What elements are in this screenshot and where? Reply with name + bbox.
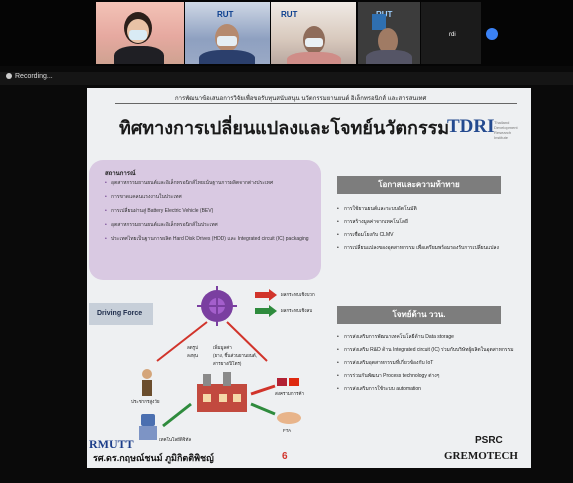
banner-sign xyxy=(372,14,386,30)
psrc-logo: PSRC xyxy=(475,435,503,446)
list-item: การส่งเสริมการใช้ระบบ automation xyxy=(337,386,517,393)
list-item: การเปลี่ยนผ่านสู่ Battery Electric Vehic… xyxy=(105,208,315,215)
recording-bar: Recording... xyxy=(0,72,573,85)
tdri-logo: TDRI xyxy=(447,116,495,137)
label-center-mid-2: (ยาง, ชิ้นส่วนยานยนต์, xyxy=(213,353,257,358)
face-mask xyxy=(129,30,147,40)
participant-strip: RUT RUT RUT rdi xyxy=(0,0,573,66)
slide-header-line: การพัฒนาข้อเสนอการวิจัยเพื่อขอรับทุนสนับ… xyxy=(175,96,427,102)
list-item: การขาดแคลนแรงงานในประเทศ xyxy=(105,194,315,201)
presenter-name: รศ.ดร.กฤษณ์ชนม์ ภูมิกิตติพิชญ์ xyxy=(93,453,214,463)
impact-arrow xyxy=(250,402,276,416)
list-item: การเปลี่ยนแปลงของอุตสาหกรรม เพื่อเตรียมพ… xyxy=(337,245,517,252)
flags-icon xyxy=(277,378,299,386)
label-fta: FTA xyxy=(283,428,292,433)
list-item: การส่งเสริม R&D ด้าน Integrated circuit … xyxy=(337,347,517,354)
factory-icon xyxy=(197,372,247,412)
challenge-list: การส่งเสริมการพัฒนาเทคโนโลยีด้าน Data st… xyxy=(337,334,517,399)
participant-video-2[interactable]: RUT xyxy=(185,2,270,64)
list-item: การใช้ยานยนต์และระบบอัตโนมัติ xyxy=(337,206,517,213)
impact-arrow xyxy=(156,321,208,362)
participant-video-4[interactable]: RUT xyxy=(358,2,420,64)
slide-title: ทิศทางการเปลี่ยนแปลงและโจทย์นวัตกรรม xyxy=(119,118,450,138)
label-aging: ประชากรสูงวัย xyxy=(131,399,160,404)
recording-indicator: Recording... xyxy=(6,73,53,80)
participant-name: rdi xyxy=(449,32,456,38)
page-number: 6 xyxy=(282,451,288,462)
impact-arrow xyxy=(250,384,276,396)
face-mask xyxy=(217,36,237,46)
participant-indicator-icon[interactable] xyxy=(486,28,498,40)
opportunity-list: การใช้ยานยนต์และระบบอัตโนมัติ การสร้างมู… xyxy=(337,206,517,258)
participant-video-3[interactable]: RUT xyxy=(271,2,356,64)
list-item: ประเทศไทยเป็นฐานการผลิต Hard Disk Drives… xyxy=(105,236,315,243)
opportunity-banner: โอกาสและความท้าทาย xyxy=(337,176,501,194)
positive-arrow-icon xyxy=(255,289,277,301)
label-tech: เทคโนโลยีดิจิทัล xyxy=(159,437,192,442)
driving-force-diagram: ผลกระทบเชิงบวก ผลกระทบเชิงลบ ลดรูป ลงทุน… xyxy=(127,286,332,446)
situation-box: สถานการณ์ อุตสาหกรรมยานยนต์และอิเล็กทรอน… xyxy=(89,160,321,280)
recording-label: Recording... xyxy=(15,73,53,80)
gremotech-logo: GREMOTECH xyxy=(444,450,518,462)
participant-body xyxy=(114,46,164,64)
label-center-mid-3: สารยาง/ปิโตร) xyxy=(213,361,242,366)
elderly-person-icon xyxy=(142,369,152,396)
label-trade: สงครามการค้า xyxy=(275,391,305,396)
robot-icon xyxy=(139,414,157,440)
list-item: อุตสาหกรรมยานยนต์และอิเล็กทรอนิกส์ไทยเน้… xyxy=(105,180,315,187)
record-icon xyxy=(6,73,12,80)
participant-video-1[interactable] xyxy=(96,2,184,64)
participant-body xyxy=(287,52,341,64)
list-item: การส่งเสริมการพัฒนาเทคโนโลยีด้าน Data st… xyxy=(337,334,517,341)
rmutt-logo: RMUTT xyxy=(89,437,134,451)
rut-logo: RUT xyxy=(217,10,234,19)
shared-slide: การพัฒนาข้อเสนอการวิจัยเพื่อขอรับทุนสนับ… xyxy=(87,88,531,468)
challenge-banner: โจทย์ด้าน ววน. xyxy=(337,306,501,324)
label-center-left-2: ลงทุน xyxy=(187,353,198,358)
situation-title: สถานการณ์ xyxy=(105,171,136,177)
participant-body xyxy=(366,50,412,64)
participant-body xyxy=(199,50,255,64)
list-item: การสร้างมูลค่าจากเทคโนโลยี xyxy=(337,219,517,226)
rut-logo: RUT xyxy=(281,10,298,19)
list-item: การร่วมกันพัฒนา Process technology ต่างๆ xyxy=(337,373,517,380)
list-item: การส่งเสริมอุตสาหกรรมที่เกี่ยวข้องกับ Io… xyxy=(337,360,517,367)
tdri-logo-subtitle: Thailand Development Research Institute xyxy=(494,120,518,140)
label-center-left: ลดรูป xyxy=(187,345,198,350)
legend-positive: ผลกระทบเชิงบวก xyxy=(281,292,315,297)
virus-icon xyxy=(197,286,237,326)
header-divider xyxy=(115,103,517,104)
situation-list: อุตสาหกรรมยานยนต์และอิเล็กทรอนิกส์ไทยเน้… xyxy=(105,180,315,250)
negative-arrow-icon xyxy=(255,305,277,317)
face-mask xyxy=(305,38,323,47)
participant-video-5[interactable]: rdi xyxy=(421,2,481,64)
impact-arrow xyxy=(162,402,192,428)
label-center-mid: เพิ่มมูลค่า xyxy=(213,345,232,350)
legend-negative: ผลกระทบเชิงลบ xyxy=(281,308,313,313)
handshake-icon xyxy=(277,412,301,424)
list-item: การเชื่อมโยงกับ CLMV xyxy=(337,232,517,239)
list-item: อุตสาหกรรมยานยนต์และอิเล็กทรอนิกส์ในประเ… xyxy=(105,222,315,229)
